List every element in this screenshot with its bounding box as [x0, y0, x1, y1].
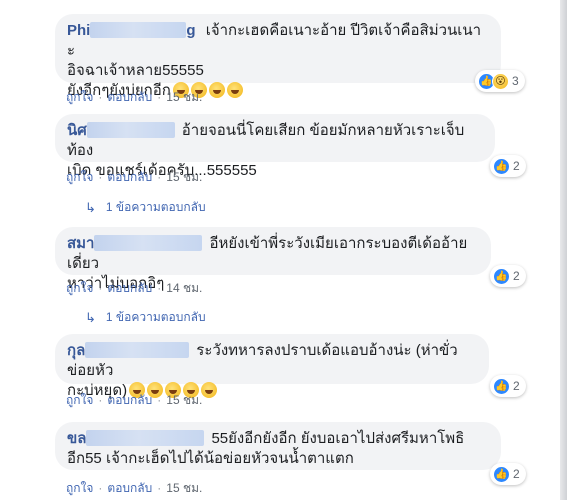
- laugh-emoji: [201, 382, 218, 398]
- comment-bubble: ขล 55ยังอีกยังอีก ยังบอเอาไปส่งศรีมหาโพธิ…: [55, 422, 501, 470]
- reply-link[interactable]: ตอบกลับ: [107, 168, 152, 187]
- author-name-tail: g: [186, 22, 196, 39]
- blurred-name-redaction: [90, 22, 187, 38]
- reply-link[interactable]: ตอบกลับ: [107, 479, 152, 498]
- author-name-visible: ขล: [67, 430, 87, 447]
- reply-link[interactable]: ตอบกลับ: [107, 279, 152, 298]
- timestamp[interactable]: 15 ชม.: [166, 168, 202, 187]
- smile-emoji: [208, 82, 225, 98]
- separator-dot: ·: [157, 90, 162, 104]
- separator-dot: ·: [98, 481, 103, 495]
- view-replies-link[interactable]: ↳ 1 ข้อความตอบกลับ: [85, 198, 206, 217]
- reaction-summary[interactable]: 👍 2: [490, 155, 526, 177]
- comment-text-line: อีก55 เจ้ากะเฮ็ดไปได้น้อข่อยหัวจนน้ำตาแต…: [67, 450, 354, 467]
- comment-actions: ถูกใจ · ตอบกลับ · 15 ชม.: [66, 88, 202, 107]
- timestamp[interactable]: 14 ชม.: [166, 279, 202, 298]
- wow-icon: 😮: [492, 72, 509, 90]
- comment-5: ขล 55ยังอีกยังอีก ยังบอเอาไปส่งศรีมหาโพธิ…: [55, 422, 501, 470]
- comment-author[interactable]: สมา: [67, 235, 205, 252]
- like-link[interactable]: ถูกใจ: [66, 168, 93, 187]
- comment-actions: ถูกใจ · ตอบกลับ · 15 ชม.: [66, 168, 202, 187]
- comment-1: Phi g เจ้ากะเฮดคือเนาะอ้าย ปีวิตเจ้าคือสิ…: [55, 14, 501, 99]
- comment-thread: Phi g เจ้ากะเฮดคือเนาะอ้าย ปีวิตเจ้าคือสิ…: [0, 0, 560, 500]
- smile-emoji: [226, 82, 243, 98]
- comment-author[interactable]: ขล: [67, 430, 207, 447]
- reaction-count: 2: [513, 269, 520, 283]
- comment-2: นิศ อ้ายจอนนี่โคยเสียก ข้อยมักหลายหัวเราะ…: [55, 114, 495, 179]
- blurred-name-redaction: [85, 342, 190, 358]
- page-edge-shadow: [560, 0, 567, 500]
- like-icon: 👍: [493, 465, 510, 483]
- author-name-visible: กุล: [67, 342, 86, 359]
- comment-3: สมา อีหยังเข้าพี่ระวังเมียเอากระบองตีเด้อ…: [55, 227, 491, 292]
- view-replies-label: 1 ข้อความตอบกลับ: [105, 310, 206, 324]
- blurred-name-redaction: [86, 122, 175, 138]
- timestamp[interactable]: 15 ชม.: [166, 88, 202, 107]
- comment-text-line: 55ยังอีกยังอีก ยังบอเอาไปส่งศรีมหาโพธิ: [211, 430, 465, 447]
- comment-bubble: กุล ระวังทหารลงปราบเด้อแอบอ้างน่ะ (ห่าขั่…: [55, 334, 489, 399]
- comment-actions: ถูกใจ · ตอบกลับ · 15 ชม.: [66, 391, 202, 410]
- reply-link[interactable]: ตอบกลับ: [107, 88, 152, 107]
- like-icon: 👍: [493, 267, 510, 285]
- comment-4: กุล ระวังทหารลงปราบเด้อแอบอ้างน่ะ (ห่าขั่…: [55, 334, 489, 399]
- comment-text-line: อิจฉาเจ้าหลาย55555: [67, 62, 204, 79]
- blurred-name-redaction: [86, 430, 205, 446]
- reaction-summary[interactable]: 👍 2: [490, 375, 526, 397]
- like-link[interactable]: ถูกใจ: [66, 88, 93, 107]
- reaction-count: 3: [512, 74, 519, 88]
- author-name-visible: Phi: [67, 22, 91, 39]
- reply-arrow-icon: ↳: [85, 309, 96, 325]
- comment-bubble: Phi g เจ้ากะเฮดคือเนาะอ้าย ปีวิตเจ้าคือสิ…: [55, 14, 501, 99]
- comment-author[interactable]: กุล: [67, 342, 192, 359]
- author-name-visible: สมา: [67, 235, 95, 252]
- separator-dot: ·: [98, 393, 103, 407]
- reaction-count: 2: [513, 159, 520, 173]
- reply-arrow-icon: ↳: [85, 199, 96, 215]
- blurred-name-redaction: [94, 235, 203, 251]
- separator-dot: ·: [157, 393, 162, 407]
- comment-bubble: นิศ อ้ายจอนนี่โคยเสียก ข้อยมักหลายหัวเราะ…: [55, 114, 495, 179]
- comment-author[interactable]: Phi g: [67, 22, 200, 39]
- separator-dot: ·: [98, 170, 103, 184]
- view-replies-link[interactable]: ↳ 1 ข้อความตอบกลับ: [85, 308, 206, 327]
- comment-bubble: สมา อีหยังเข้าพี่ระวังเมียเอากระบองตีเด้อ…: [55, 227, 491, 292]
- author-name-visible: นิศ: [67, 122, 87, 139]
- reply-link[interactable]: ตอบกลับ: [107, 391, 152, 410]
- comment-author[interactable]: นิศ: [67, 122, 178, 139]
- like-icon: 👍: [493, 157, 510, 175]
- comment-actions: ถูกใจ · ตอบกลับ · 15 ชม.: [66, 479, 202, 498]
- like-link[interactable]: ถูกใจ: [66, 279, 93, 298]
- separator-dot: ·: [157, 481, 162, 495]
- reaction-count: 2: [513, 379, 520, 393]
- reaction-summary[interactable]: 👍 2: [490, 463, 526, 485]
- like-link[interactable]: ถูกใจ: [66, 391, 93, 410]
- comment-actions: ถูกใจ · ตอบกลับ · 14 ชม.: [66, 279, 202, 298]
- view-replies-label: 1 ข้อความตอบกลับ: [105, 200, 206, 214]
- reaction-count: 2: [513, 467, 520, 481]
- like-link[interactable]: ถูกใจ: [66, 479, 93, 498]
- reaction-summary[interactable]: 👍 2: [490, 265, 526, 287]
- separator-dot: ·: [157, 170, 162, 184]
- timestamp[interactable]: 15 ชม.: [166, 391, 202, 410]
- timestamp[interactable]: 15 ชม.: [166, 479, 202, 498]
- separator-dot: ·: [98, 281, 103, 295]
- separator-dot: ·: [157, 281, 162, 295]
- separator-dot: ·: [98, 90, 103, 104]
- reaction-summary[interactable]: 👍 😮 3: [475, 70, 525, 92]
- like-icon: 👍: [493, 377, 510, 395]
